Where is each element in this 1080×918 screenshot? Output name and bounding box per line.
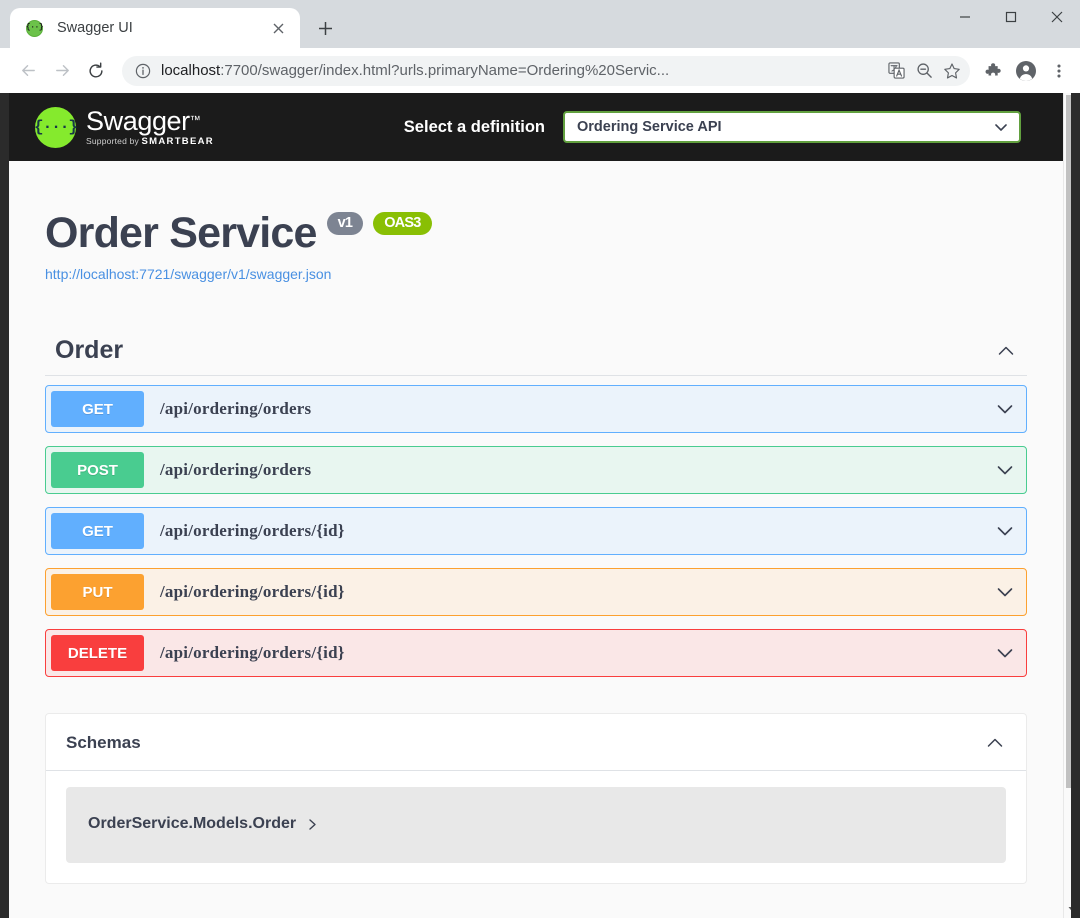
chevron-down-icon[interactable] (994, 520, 1016, 542)
minimize-icon[interactable] (942, 0, 988, 34)
star-icon[interactable] (938, 57, 966, 85)
http-method-badge: PUT (51, 574, 144, 610)
url-path: :7700/swagger/index.html?urls.primaryNam… (220, 62, 670, 79)
puzzle-icon[interactable] (978, 55, 1008, 87)
new-tab-button[interactable] (308, 11, 342, 45)
profile-avatar-icon[interactable] (1010, 55, 1042, 87)
swagger-body: Order Service v1 OAS3 http://localhost:7… (9, 161, 1063, 884)
zoom-out-icon[interactable] (910, 57, 938, 85)
version-badge: v1 (326, 211, 364, 236)
chevron-down-icon (993, 119, 1009, 135)
chevron-up-icon[interactable] (995, 340, 1017, 362)
http-method-badge: DELETE (51, 635, 144, 671)
chevron-up-icon[interactable] (984, 732, 1006, 754)
http-method-badge: GET (51, 513, 144, 549)
model-row[interactable]: OrderService.Models.Order (66, 787, 1006, 863)
close-icon[interactable] (266, 16, 290, 40)
operation-row[interactable]: PUT /api/ordering/orders/{id} (45, 568, 1027, 616)
operation-path: /api/ordering/orders/{id} (160, 521, 345, 540)
forward-arrow-icon[interactable] (46, 55, 78, 87)
spec-url-link[interactable]: http://localhost:7721/swagger/v1/swagger… (45, 266, 1043, 282)
swagger-favicon: {··} (26, 19, 44, 37)
swagger-supported-by: Supported by SMARTBEAR (86, 137, 214, 147)
swagger-logo-icon: {···} (34, 106, 78, 148)
url-host: localhost (161, 62, 221, 79)
schemas-title: Schemas (66, 733, 141, 752)
definition-selector-area: Select a definition Ordering Service API (404, 111, 1043, 143)
swagger-trademark: ™ (189, 114, 201, 127)
swagger-wordmark: Swagger™ Supported by SMARTBEAR (86, 105, 214, 147)
chevron-down-icon[interactable] (994, 642, 1016, 664)
address-bar[interactable]: localhost:7700/swagger/index.html?urls.p… (122, 55, 970, 86)
chevron-down-icon[interactable] (994, 398, 1016, 420)
reload-icon[interactable] (80, 55, 112, 87)
tab-strip: {··} Swagger UI (0, 0, 1080, 48)
window-close-icon[interactable] (1034, 0, 1080, 34)
smartbear-brand: SMARTBEAR (141, 135, 214, 147)
chevron-down-icon[interactable] (994, 459, 1016, 481)
tab-title: Swagger UI (57, 20, 133, 36)
model-name: OrderService.Models.Order (88, 815, 297, 832)
definition-select[interactable]: Ordering Service API (563, 111, 1021, 143)
translate-icon[interactable] (882, 57, 910, 85)
page-viewport: {···} Swagger™ Supported by SMARTBEAR Se… (0, 93, 1080, 918)
operation-row[interactable]: POST /api/ordering/orders (45, 446, 1027, 494)
model-list: OrderService.Models.Order (46, 771, 1026, 883)
window-right-border (1071, 93, 1080, 918)
operation-row[interactable]: GET /api/ordering/orders/{id} (45, 507, 1027, 555)
page-title: Order Service v1 OAS3 (45, 209, 1043, 258)
tag-header-order[interactable]: Order (45, 336, 1027, 376)
info-circle-icon[interactable] (134, 62, 151, 79)
browser-toolbar: localhost:7700/swagger/index.html?urls.p… (0, 48, 1080, 93)
operation-path: /api/ordering/orders/{id} (160, 582, 345, 601)
schemas-section: Schemas OrderService.Models.Order (45, 713, 1027, 884)
operation-list: GET /api/ordering/orders POST /api/order… (45, 376, 1027, 677)
tag-section-order: Order GET /api/ordering/orders POST /api… (29, 336, 1043, 677)
browser-window: {··} Swagger UI localhost:7700/swagger/i… (0, 0, 1080, 918)
tag-name: Order (55, 336, 124, 364)
chevron-right-icon[interactable] (306, 818, 319, 831)
operation-row[interactable]: DELETE /api/ordering/orders/{id} (45, 629, 1027, 677)
operation-row[interactable]: GET /api/ordering/orders (45, 385, 1027, 433)
supported-by-text: Supported by (86, 135, 139, 146)
window-controls (942, 0, 1080, 34)
definition-select-value: Ordering Service API (577, 119, 722, 135)
three-dot-menu-icon[interactable] (1044, 55, 1074, 87)
select-definition-label: Select a definition (403, 117, 545, 136)
url-text: localhost:7700/swagger/index.html?urls.p… (161, 62, 882, 79)
api-title-text: Order Service (45, 209, 317, 257)
oas-version-badge: OAS3 (373, 211, 432, 236)
back-arrow-icon[interactable] (12, 55, 44, 87)
schemas-header[interactable]: Schemas (46, 714, 1026, 771)
operation-path: /api/ordering/orders (160, 460, 312, 479)
http-method-badge: POST (51, 452, 144, 488)
browser-tab-swagger-ui[interactable]: {··} Swagger UI (10, 8, 300, 48)
http-method-badge: GET (51, 391, 144, 427)
swagger-logo-name: Swagger (86, 105, 190, 136)
operation-path: /api/ordering/orders (160, 399, 312, 418)
maximize-icon[interactable] (988, 0, 1034, 34)
swagger-logo-glyph: {···} (34, 118, 78, 136)
swagger-ui-page: {···} Swagger™ Supported by SMARTBEAR Se… (9, 93, 1063, 918)
chevron-down-icon[interactable] (994, 581, 1016, 603)
operation-path: /api/ordering/orders/{id} (160, 643, 345, 662)
swagger-logo[interactable]: {···} Swagger™ Supported by SMARTBEAR (34, 105, 214, 148)
api-info-block: Order Service v1 OAS3 http://localhost:7… (29, 161, 1043, 282)
swagger-topbar: {···} Swagger™ Supported by SMARTBEAR Se… (9, 93, 1063, 161)
